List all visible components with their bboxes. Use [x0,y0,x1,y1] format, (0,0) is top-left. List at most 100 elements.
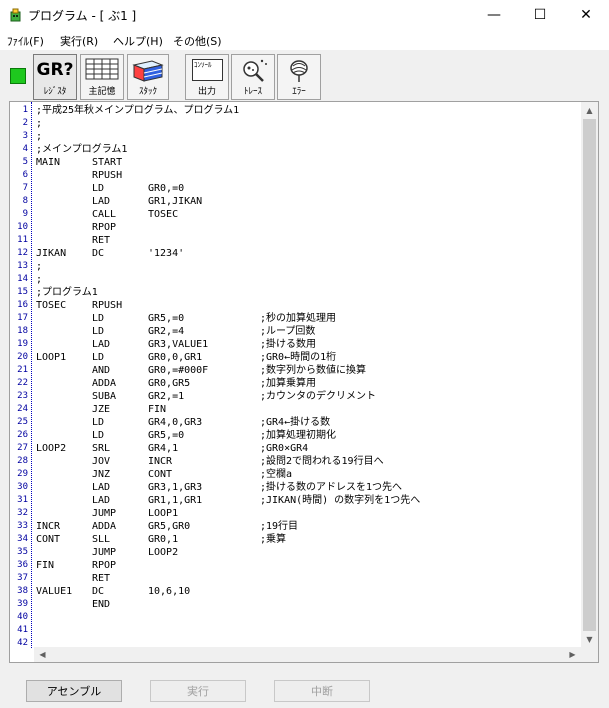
code-line[interactable]: CALL TOSEC [36,208,576,221]
line-number: 22 [17,378,28,388]
menu-run[interactable]: 実行(R) [60,33,98,49]
code-comment: ;空欄a [260,469,293,480]
code-operand: '1234' [148,248,185,259]
line-number: 34 [17,534,28,544]
code-operand: GR0,=#000F [148,365,209,376]
stack-button[interactable]: ｽﾀｯｸ [127,54,169,100]
code-line[interactable]: ;プログラム1 [36,286,576,299]
code-line[interactable]: JUMP LOOP2 [36,546,576,559]
code-operand: GR0,=0 [148,183,185,194]
code-line[interactable]: ; [36,117,576,130]
code-editor[interactable]: 1 2 3 4 5 6 7 8 9 10 11 12 13 14 15 16 17 18 19 20 21 22 23 24 2… [9,101,599,663]
code-operand: GR5,GR0 [148,521,191,532]
line-number: 23 [17,391,28,401]
code-instruction: RPUSH [92,300,123,311]
code-line[interactable]: LOOP2 SRL GR4,1 ;GR0×GR4 [36,442,576,455]
line-number: 36 [17,560,28,570]
assemble-button[interactable]: アセンブル [26,680,122,702]
code-operand: GR5,=0 [148,430,185,441]
menu-other[interactable]: その他(S) [173,33,222,49]
code-line[interactable]: ; [36,273,576,286]
code-operand: GR2,=4 [148,326,185,337]
code-line[interactable]: JNZ CONT ;空欄a [36,468,576,481]
code-line[interactable]: LD GR0,=0 [36,182,576,195]
code-line[interactable]: TOSEC RPUSH [36,299,576,312]
line-number: 26 [17,430,28,440]
code-line[interactable]: INCR ADDA GR5,GR0 ;19行目 [36,520,576,533]
code-line[interactable]: LD GR5,=0 ;秒の加算処理用 [36,312,576,325]
maximize-button[interactable]: ☐ [517,0,563,30]
code-line[interactable]: END [36,598,576,611]
code-line[interactable]: ADDA GR0,GR5 ;加算乗算用 [36,377,576,390]
code-line[interactable]: ;平成25年秋メインプログラム、プログラム1 [36,104,576,117]
code-line[interactable]: JUMP LOOP1 [36,507,576,520]
code-instruction: DC [92,248,105,259]
code-comment: ;ループ回数 [260,326,316,337]
code-operand: GR0,0,GR1 [148,352,203,363]
code-line[interactable]: CONT SLL GR0,1 ;乗算 [36,533,576,546]
code-operand: 10,6,10 [148,586,191,597]
code-line[interactable]: ;メインプログラム1 [36,143,576,156]
line-number: 12 [17,248,28,258]
code-line[interactable]: LD GR5,=0 ;加算処理初期化 [36,429,576,442]
scroll-left-icon[interactable]: ◀ [34,646,51,663]
code-line[interactable]: MAIN START [36,156,576,169]
code-line[interactable] [36,611,576,624]
code-line[interactable]: VALUE1 DC 10,6,10 [36,585,576,598]
code-line[interactable]: SUBA GR2,=1 ;カウンタのデクリメント [36,390,576,403]
code-label: CONT [36,534,61,545]
code-line[interactable]: LD GR2,=4 ;ループ回数 [36,325,576,338]
code-line[interactable]: RET [36,572,576,585]
run-button[interactable]: 実行 [150,680,246,702]
memory-button[interactable]: 主記憶 [80,54,124,100]
vertical-scroll-thumb[interactable] [583,119,596,631]
code-line[interactable]: LAD GR1,1,GR1 ;JIKAN(時間) の数字列を1つ先へ [36,494,576,507]
code-operand: GR2,=1 [148,391,185,402]
code-line[interactable]: RET [36,234,576,247]
code-line[interactable]: ; [36,130,576,143]
register-button[interactable]: GR? ﾚｼﾞｽﾀ [33,54,77,100]
line-number: 41 [17,625,28,635]
code-line[interactable]: FIN RPOP [36,559,576,572]
stop-button[interactable]: 中断 [274,680,370,702]
menu-file[interactable]: ﾌｧｲﾙ(F) [7,33,44,49]
code-line[interactable]: AND GR0,=#000F ;数字列から数値に換算 [36,364,576,377]
code-operand: LOOP2 [148,547,179,558]
scroll-up-icon[interactable]: ▲ [581,102,598,119]
line-number: 10 [17,222,28,232]
output-button[interactable]: ｺﾝｿｰﾙ 出力 [185,54,229,100]
scroll-right-icon[interactable]: ▶ [564,646,581,663]
line-number: 11 [17,235,28,245]
line-number: 24 [17,404,28,414]
line-number: 9 [22,209,28,219]
error-button[interactable]: ｴﾗｰ [277,54,321,100]
code-instruction: SLL [92,534,111,545]
code-line[interactable] [36,624,576,637]
code-line[interactable]: JIKAN DC '1234' [36,247,576,260]
code-comment: ;JIKAN(時間) の数字列を1つ先へ [260,495,421,506]
code-line[interactable]: RPUSH [36,169,576,182]
output-label: 出力 [197,87,216,97]
line-number: 2 [22,118,28,128]
code-line[interactable]: LAD GR3,1,GR3 ;掛ける数のアドレスを1つ先へ [36,481,576,494]
code-line[interactable]: JZE FIN [36,403,576,416]
code-label: FIN [36,560,55,571]
menu-help[interactable]: ヘルプ(H) [113,33,163,49]
minimize-button[interactable]: — [471,0,517,30]
scroll-down-icon[interactable]: ▼ [581,631,598,648]
vertical-scrollbar[interactable]: ▲ ▼ [581,102,598,648]
code-comment: ;19行目 [260,521,299,532]
code-line[interactable]: RPOP [36,221,576,234]
code-line[interactable]: LAD GR1,JIKAN [36,195,576,208]
horizontal-scrollbar[interactable]: ◀ ▶ [34,647,581,662]
scrollbar-corner [581,647,598,662]
code-line[interactable]: LD GR4,0,GR3 ;GR4←掛ける数 [36,416,576,429]
code-line[interactable]: LOOP1 LD GR0,0,GR1 ;GR0←時間の1桁 [36,351,576,364]
code-line[interactable]: JOV INCR ;設問2で問われる19行目へ [36,455,576,468]
trace-button[interactable]: ﾄﾚｰｽ [231,54,275,100]
code-instruction: LAD [92,339,111,350]
code-comment: ;乗算 [260,534,287,545]
code-line[interactable]: LAD GR3,VALUE1 ;掛ける数用 [36,338,576,351]
code-line[interactable]: ; [36,260,576,273]
close-button[interactable]: ✕ [563,0,609,30]
